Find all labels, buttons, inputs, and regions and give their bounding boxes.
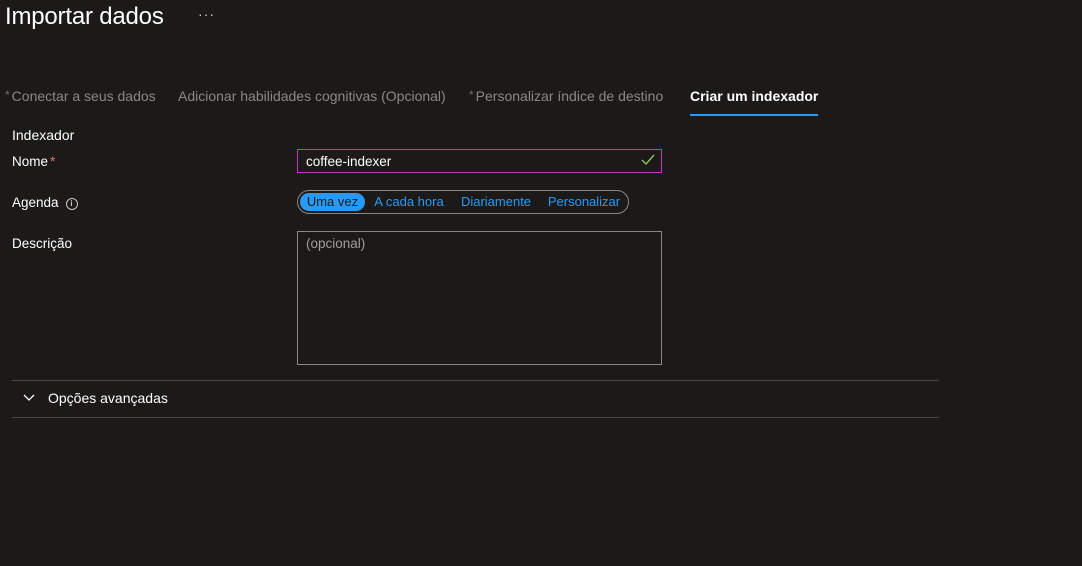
tab-required-mark: * [469, 88, 474, 102]
description-field[interactable] [297, 231, 662, 365]
more-options-button[interactable]: ··· [198, 6, 215, 22]
chevron-down-icon [23, 394, 35, 401]
required-star: * [50, 154, 56, 169]
checkmark-icon [641, 154, 655, 166]
page-title: Importar dados [5, 3, 164, 30]
schedule-option-hourly[interactable]: A cada hora [373, 193, 445, 211]
advanced-options-label: Opções avançadas [48, 390, 168, 406]
description-label: Descrição [12, 236, 73, 251]
tab-label: Personalizar índice de destino [475, 88, 664, 104]
tab-cognitive-skills[interactable]: Adicionar habilidades cognitivas (Opcion… [178, 88, 446, 114]
tab-label: Conectar a seus dados [11, 88, 156, 104]
tab-customize-index[interactable]: * Personalizar índice de destino [469, 88, 663, 114]
schedule-option-daily[interactable]: Diariamente [459, 193, 533, 211]
schedule-option-once[interactable]: Uma vez [300, 193, 365, 211]
tab-required-mark: * [5, 88, 10, 102]
divider [12, 417, 939, 418]
schedule-label: Agenda i [12, 195, 78, 210]
import-data-page: Importar dados ··· * Conectar a seus dado… [0, 0, 1082, 566]
tab-connect-data[interactable]: * Conectar a seus dados [5, 88, 156, 114]
tab-label: Adicionar habilidades cognitivas (Opcion… [178, 88, 446, 104]
schedule-option-custom[interactable]: Personalizar [547, 193, 621, 211]
name-label-text: Nome [12, 154, 49, 169]
advanced-options-toggle[interactable]: Opções avançadas [12, 381, 939, 417]
schedule-selector: Uma vez A cada hora Diariamente Personal… [297, 190, 629, 214]
schedule-label-text: Agenda [12, 195, 59, 210]
name-input[interactable] [298, 150, 636, 172]
name-field[interactable] [297, 149, 662, 173]
section-title: Indexador [12, 127, 75, 143]
name-label: Nome * [12, 154, 55, 169]
tab-create-indexer[interactable]: Criar um indexador [690, 88, 819, 116]
info-icon[interactable]: i [65, 198, 78, 210]
description-input[interactable] [298, 232, 661, 360]
tab-label: Criar um indexador [690, 88, 819, 104]
